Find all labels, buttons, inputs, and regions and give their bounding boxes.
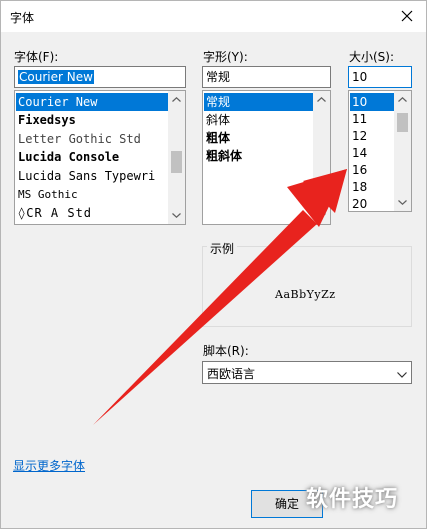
watermark-text: 软件技巧 [306,487,399,512]
font-dialog: 字体 字体(F): Courier New Courier New Fixeds… [0,0,427,529]
annotation-arrow-icon [93,169,347,425]
